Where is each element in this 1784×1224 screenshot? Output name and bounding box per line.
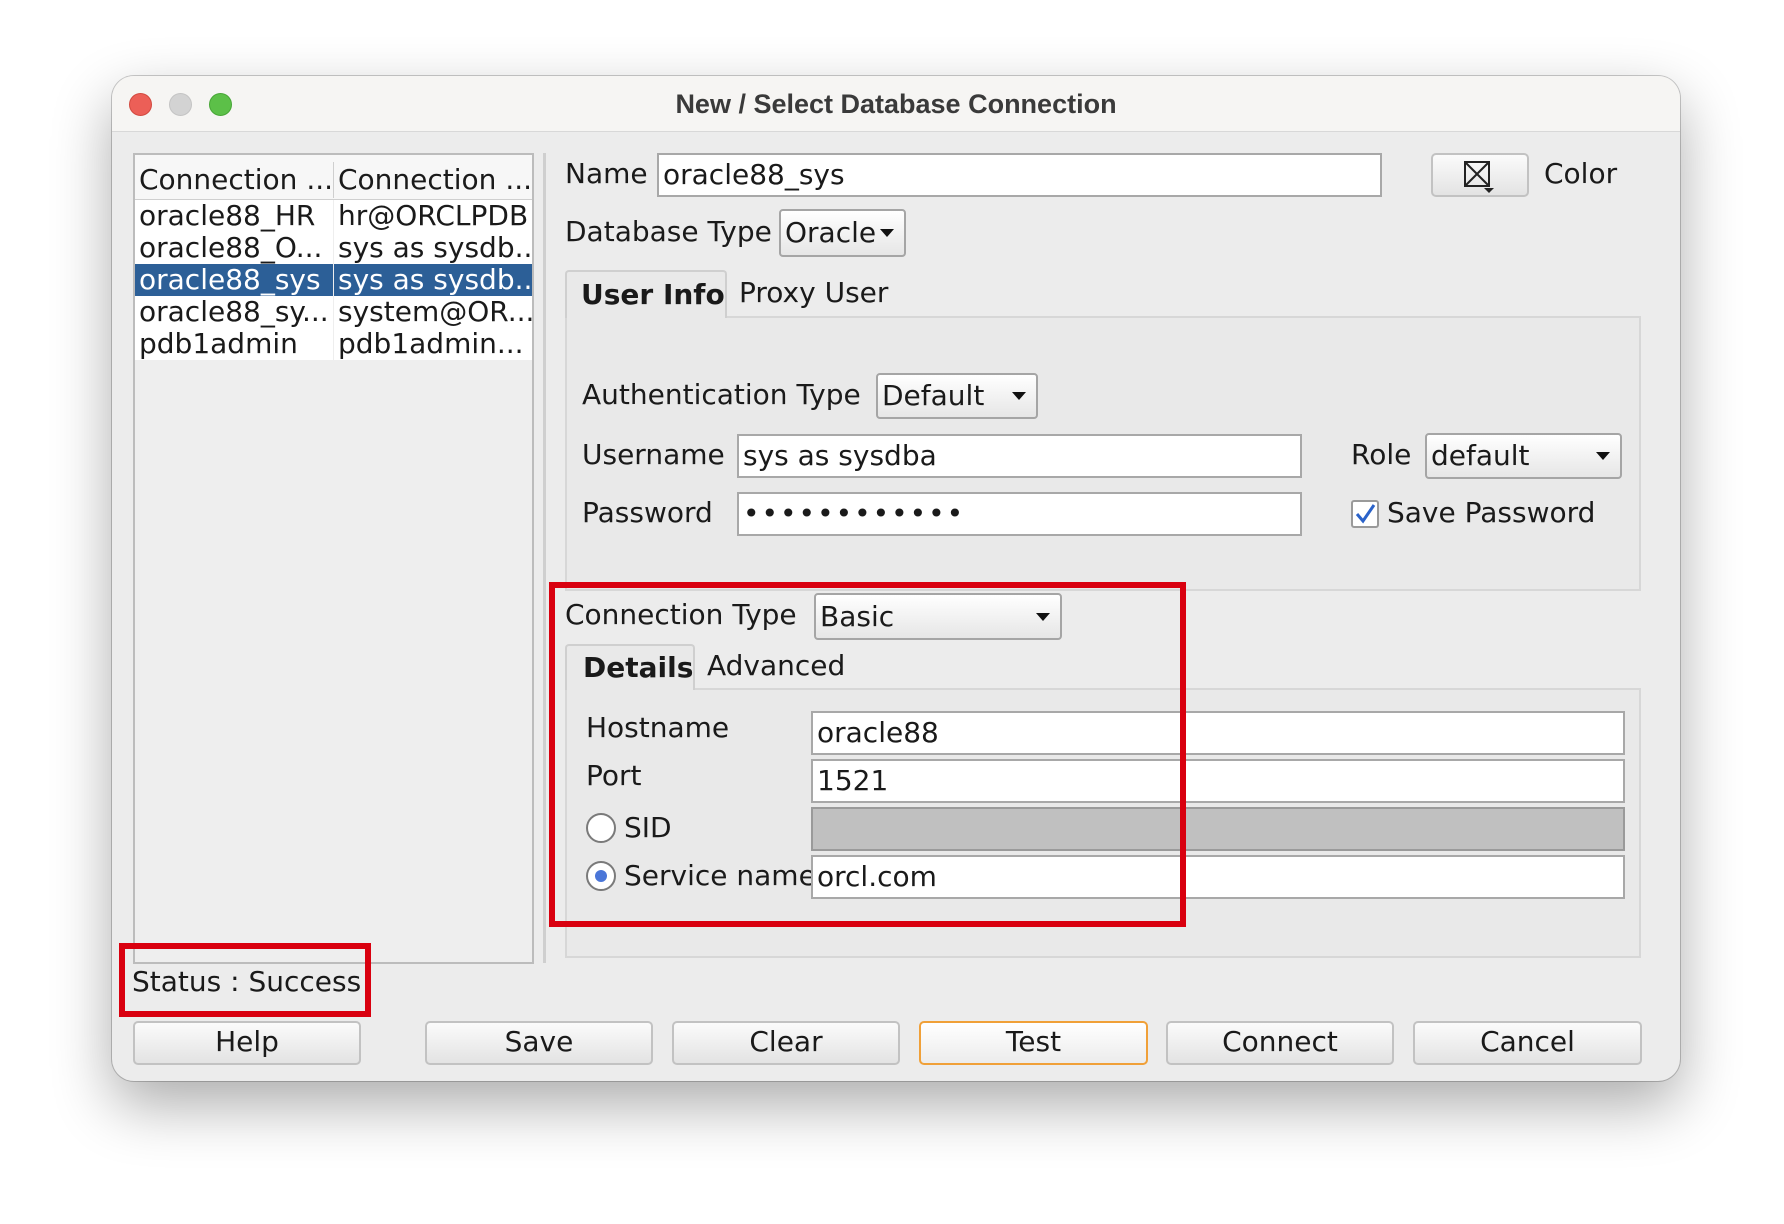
database-type-label: Database Type — [565, 215, 772, 248]
connection-name: pdb1admin — [135, 328, 333, 360]
authentication-type-value: Default — [882, 379, 985, 412]
connect-button[interactable]: Connect — [1166, 1021, 1394, 1065]
tab-user-info-label: User Info — [581, 278, 725, 311]
test-button[interactable]: Test — [919, 1021, 1148, 1065]
chevron-down-icon — [1596, 452, 1610, 460]
panel-splitter[interactable] — [543, 153, 546, 963]
table-row[interactable]: oracle88_HR hr@ORCLPDB — [135, 200, 532, 232]
chevron-down-icon — [880, 229, 894, 237]
table-row[interactable]: oracle88_O... sys as sysdb... — [135, 232, 532, 264]
color-label: Color — [1544, 157, 1618, 190]
connection-name: oracle88_sy... — [135, 296, 333, 328]
save-button[interactable]: Save — [425, 1021, 653, 1065]
window-title: New / Select Database Connection — [675, 89, 1117, 119]
dialog-window: New / Select Database Connection Connect… — [112, 76, 1680, 1081]
checkmark-icon — [1355, 504, 1376, 524]
color-picker-button[interactable] — [1431, 153, 1529, 197]
authentication-type-select[interactable]: Default — [876, 373, 1038, 419]
tab-proxy-user-label: Proxy User — [739, 276, 889, 309]
connection-details: hr@ORCLPDB — [334, 200, 532, 232]
column-header-details[interactable]: Connection ... — [333, 162, 532, 198]
username-label: Username — [582, 438, 725, 471]
password-label: Password — [582, 496, 713, 529]
cancel-button[interactable]: Cancel — [1413, 1021, 1642, 1065]
role-select[interactable]: default — [1425, 433, 1622, 479]
save-password-checkbox[interactable] — [1351, 500, 1379, 528]
role-value: default — [1431, 439, 1530, 472]
database-type-value: Oracle — [785, 216, 877, 249]
connection-details: sys as sysdb... — [334, 232, 532, 264]
connection-name: oracle88_sys — [135, 264, 333, 296]
connection-name: oracle88_O... — [135, 232, 333, 264]
table-row[interactable]: pdb1admin pdb1admin... — [135, 328, 532, 360]
connection-type-highlight — [549, 582, 1186, 927]
chevron-down-icon — [1012, 392, 1026, 400]
password-field[interactable]: •••••••••••• — [737, 492, 1302, 536]
connection-details: sys as sysdb... — [334, 264, 532, 296]
table-row-selected[interactable]: oracle88_sys sys as sysdb... — [135, 264, 532, 296]
color-picker-icon — [1464, 161, 1494, 193]
save-password-label: Save Password — [1387, 496, 1596, 529]
connection-details: pdb1admin... — [334, 328, 532, 360]
table-row[interactable]: oracle88_sy... system@OR... — [135, 296, 532, 328]
connection-details: system@OR... — [334, 296, 532, 328]
connection-name: oracle88_HR — [135, 200, 333, 232]
tab-user-info[interactable]: User Info — [565, 270, 727, 318]
connection-name-field[interactable]: oracle88_sys — [657, 153, 1382, 197]
role-label: Role — [1351, 438, 1412, 471]
clear-button[interactable]: Clear — [672, 1021, 900, 1065]
tab-proxy-user[interactable]: Proxy User — [727, 270, 897, 316]
column-header-name[interactable]: Connection ... — [135, 162, 333, 198]
username-field[interactable]: sys as sysdba — [737, 434, 1302, 478]
help-button[interactable]: Help — [133, 1021, 361, 1065]
name-label: Name — [565, 157, 648, 190]
database-type-select[interactable]: Oracle — [779, 209, 906, 257]
status-highlight — [119, 943, 371, 1017]
authentication-type-label: Authentication Type — [582, 378, 861, 411]
connections-table[interactable]: Connection ... Connection ... oracle88_H… — [133, 153, 534, 964]
